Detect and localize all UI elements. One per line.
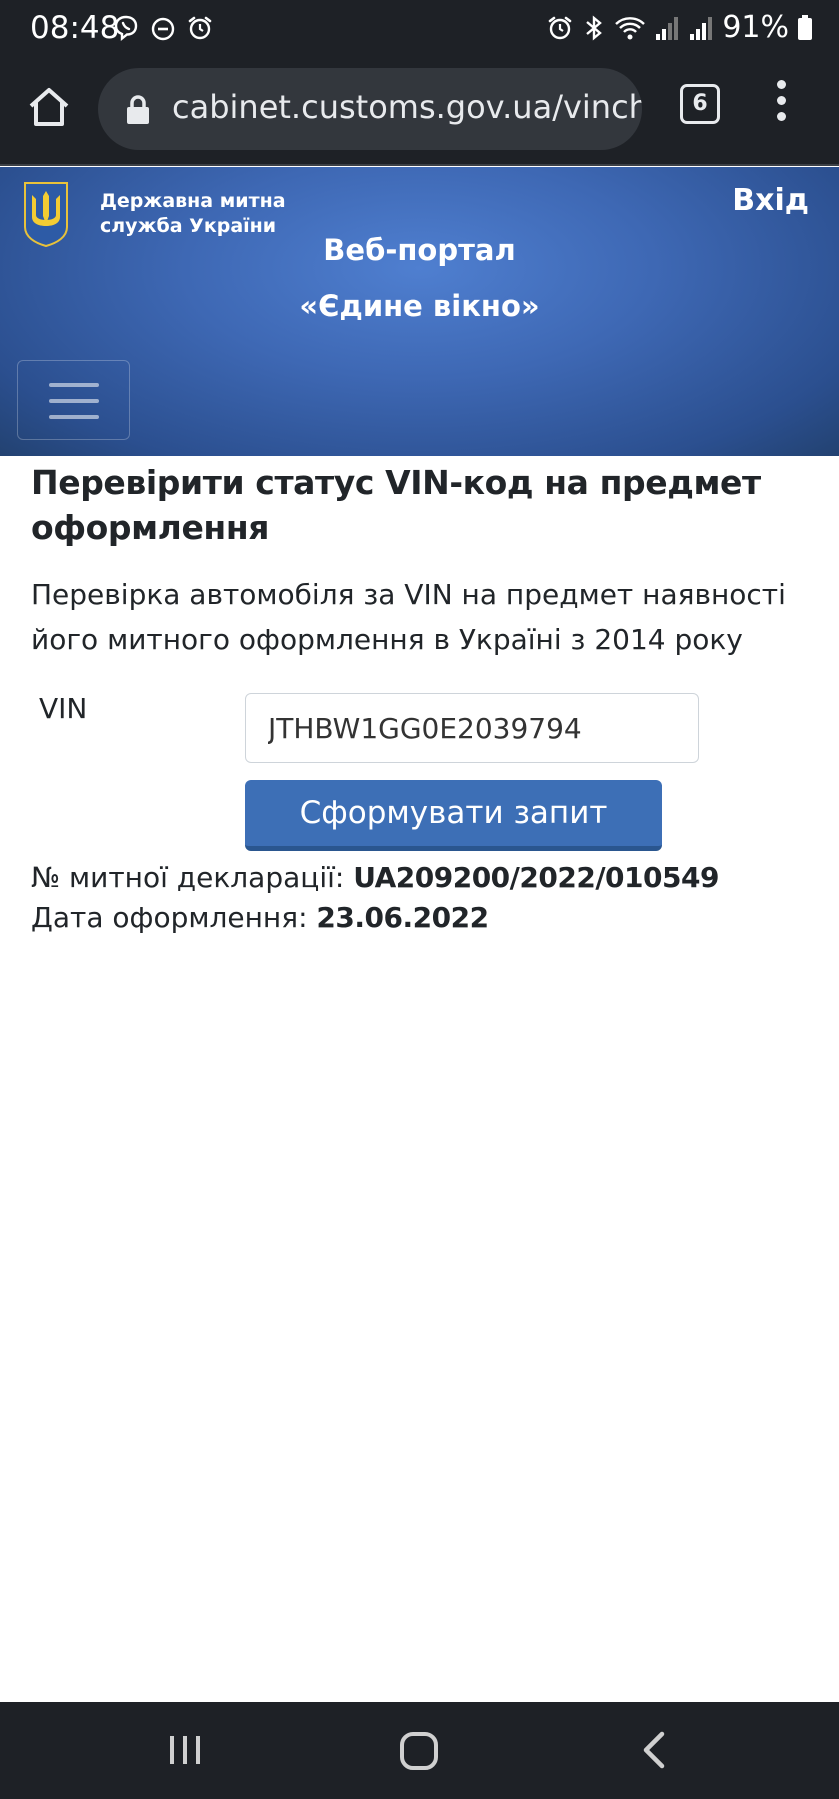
recent-apps-icon[interactable] bbox=[168, 1734, 202, 1766]
hamburger-menu-button[interactable] bbox=[17, 360, 130, 440]
declaration-number: UA209200/2022/010549 bbox=[353, 861, 719, 894]
portal-title-line2: «Єдине вікно» bbox=[299, 289, 540, 323]
status-right-icons: 91% bbox=[546, 10, 813, 45]
login-link[interactable]: Вхід bbox=[732, 183, 809, 218]
home-nav-icon[interactable] bbox=[400, 1732, 438, 1770]
wifi-icon bbox=[615, 16, 646, 39]
back-icon[interactable] bbox=[640, 1730, 668, 1770]
declaration-label: № митної декларації: bbox=[31, 861, 345, 894]
tab-switcher-button[interactable]: 6 bbox=[680, 84, 720, 124]
signal-icon bbox=[690, 16, 713, 40]
page-description: Перевірка автомобіля за VIN на предмет н… bbox=[31, 578, 786, 656]
page-title: Перевірити статус VIN-код на предмет офо… bbox=[31, 463, 761, 547]
submit-request-button[interactable]: Сформувати запит bbox=[245, 780, 662, 851]
date-row: Дата оформлення: 23.06.2022 bbox=[31, 898, 719, 938]
site-header: Державна митна служба України Вхід Веб-п… bbox=[0, 167, 839, 456]
status-time: 08:48 bbox=[30, 10, 120, 46]
signal-icon bbox=[656, 16, 679, 40]
date-value: 23.06.2022 bbox=[316, 901, 489, 934]
alarm-icon bbox=[188, 16, 212, 40]
address-bar[interactable]: cabinet.customs.gov.ua/vincheck bbox=[98, 68, 642, 150]
agency-name: Державна митна служба України bbox=[100, 190, 286, 237]
url-text[interactable]: cabinet.customs.gov.ua/vincheck bbox=[172, 88, 642, 126]
vin-input[interactable] bbox=[245, 693, 699, 763]
result-block: № митної декларації: UA209200/2022/01054… bbox=[31, 858, 719, 938]
battery-icon bbox=[798, 14, 812, 40]
main-content: Перевірити статус VIN-код на предмет офо… bbox=[31, 460, 811, 662]
alarm-icon bbox=[549, 16, 572, 39]
status-left-icons bbox=[112, 14, 214, 42]
do-not-disturb-icon bbox=[151, 17, 175, 41]
viber-icon bbox=[114, 15, 138, 41]
status-bar: 08:48 91% bbox=[0, 0, 839, 58]
home-icon[interactable] bbox=[26, 84, 72, 130]
portal-title-line1: Веб-портал bbox=[323, 233, 516, 267]
lock-icon bbox=[127, 95, 149, 124]
battery-percent: 91% bbox=[722, 10, 789, 45]
bluetooth-icon bbox=[586, 14, 603, 41]
browser-toolbar: cabinet.customs.gov.ua/vincheck 6 bbox=[0, 58, 839, 166]
browser-menu-icon[interactable] bbox=[770, 80, 792, 128]
vin-label: VIN bbox=[39, 692, 88, 725]
date-label: Дата оформлення: bbox=[31, 901, 308, 934]
system-nav-bar bbox=[0, 1702, 839, 1799]
declaration-row: № митної декларації: UA209200/2022/01054… bbox=[31, 858, 719, 898]
